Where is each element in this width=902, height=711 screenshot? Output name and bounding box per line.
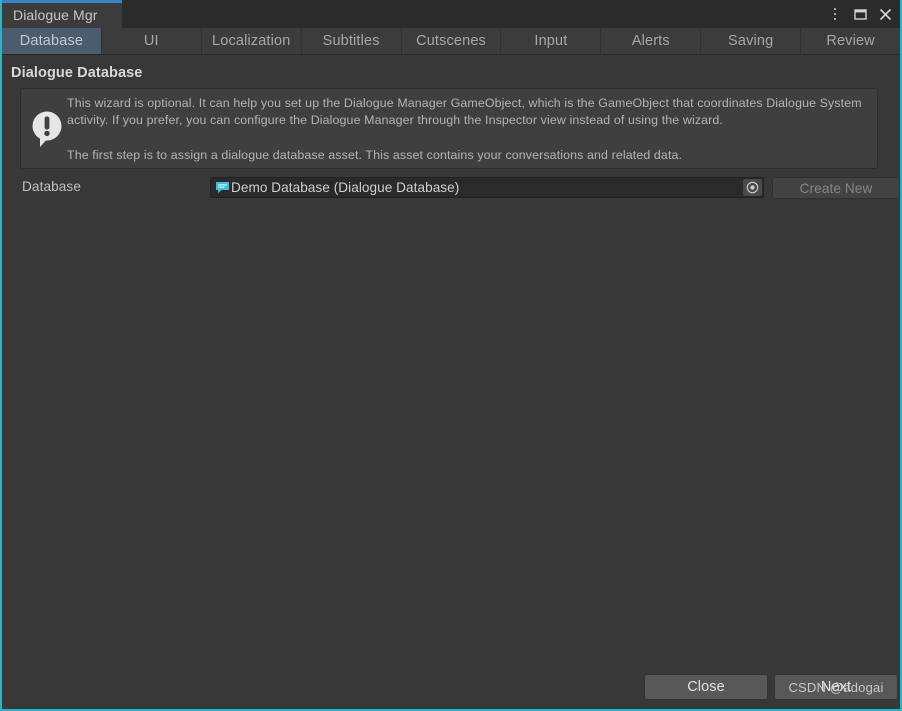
- tab-localization[interactable]: Localization: [201, 28, 302, 54]
- window-titlebar: Dialogue Mgr: [2, 0, 900, 28]
- tab-alerts[interactable]: Alerts: [601, 28, 702, 54]
- wizard-footer: Close Next CSDN @adogai: [2, 674, 900, 700]
- dialogue-database-asset-icon: [215, 181, 230, 194]
- tab-cutscenes[interactable]: Cutscenes: [401, 28, 502, 54]
- database-field-row: Database Demo Database (Dialogue Databas…: [2, 177, 900, 199]
- object-picker-icon[interactable]: [743, 179, 762, 196]
- help-box: This wizard is optional. It can help you…: [20, 88, 878, 169]
- kebab-menu-icon[interactable]: [824, 2, 846, 26]
- tab-database[interactable]: Database: [2, 28, 102, 54]
- maximize-icon[interactable]: [849, 2, 871, 26]
- tab-ui[interactable]: UI: [101, 28, 202, 54]
- close-icon[interactable]: [874, 2, 896, 26]
- tab-review[interactable]: Review: [801, 28, 900, 54]
- tab-saving[interactable]: Saving: [701, 28, 802, 54]
- help-paragraph-1: This wizard is optional. It can help you…: [67, 96, 862, 128]
- tab-subtitles[interactable]: Subtitles: [301, 28, 402, 54]
- database-field-value: Demo Database (Dialogue Database): [231, 180, 460, 195]
- info-exclamation-icon: [30, 109, 66, 149]
- window-tab-dialogue-mgr[interactable]: Dialogue Mgr: [2, 3, 122, 28]
- next-button[interactable]: Next: [774, 674, 898, 700]
- help-paragraph-2: The first step is to assign a dialogue d…: [67, 147, 683, 162]
- wizard-tab-bar: Database UI Localization Subtitles Cutsc…: [2, 28, 900, 55]
- page-title: Dialogue Database: [11, 65, 143, 81]
- create-new-button[interactable]: Create New: [772, 177, 900, 199]
- help-box-text: This wizard is optional. It can help you…: [67, 95, 869, 164]
- wizard-content-panel: Dialogue Database This wizard is optiona…: [2, 55, 900, 709]
- titlebar-button-group: [824, 0, 896, 28]
- database-field-label: Database: [22, 179, 81, 194]
- close-button[interactable]: Close: [644, 674, 768, 700]
- database-object-field[interactable]: Demo Database (Dialogue Database): [210, 177, 764, 198]
- tab-input[interactable]: Input: [501, 28, 602, 54]
- dialogue-manager-wizard-window: Dialogue Mgr Database UI Localization Su…: [0, 0, 902, 711]
